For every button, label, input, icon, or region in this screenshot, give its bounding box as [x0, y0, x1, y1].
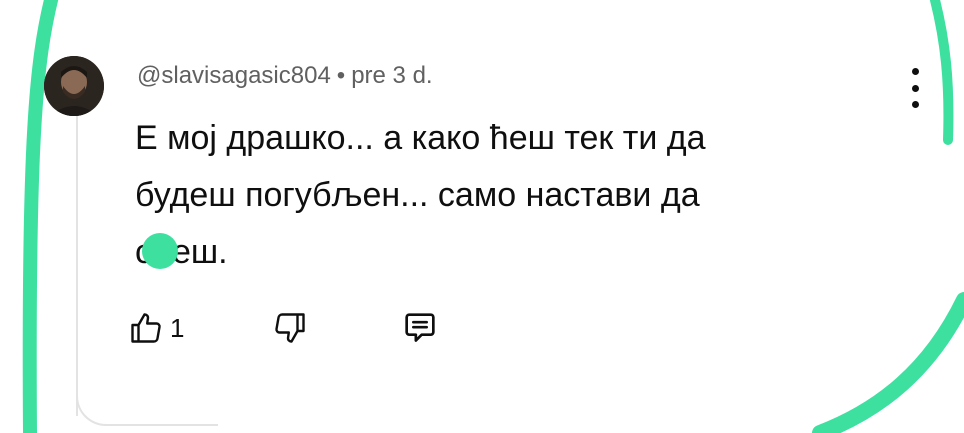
menu-dot [911, 101, 919, 108]
comment-line-3: сеш. [135, 224, 855, 281]
comment-time[interactable]: pre 3 d. [351, 62, 432, 90]
dislike-button[interactable] [272, 308, 308, 348]
user-avatar[interactable] [44, 56, 104, 116]
thumb-down-icon [275, 313, 305, 343]
comment-reply-icon [405, 313, 435, 342]
menu-dot [911, 68, 919, 75]
meta-separator: • [336, 62, 346, 89]
menu-dot [911, 84, 919, 92]
author-name[interactable]: @slavisagasic804 [137, 62, 331, 90]
like-button[interactable]: 1 [128, 308, 184, 348]
reply-button[interactable] [400, 308, 440, 348]
green-dot-overlay [142, 233, 178, 269]
comment-screen: @slavisagasic804 • pre 3 d. Е мој драшко… [0, 0, 964, 433]
thumb-up-icon [131, 313, 161, 343]
avatar-photo-icon [44, 56, 104, 116]
comment-fragment-end: еш. [172, 233, 228, 271]
thread-corner [76, 378, 218, 426]
more-vertical-icon[interactable] [900, 68, 930, 108]
comment-header: @slavisagasic804 • pre 3 d. [137, 62, 433, 92]
comment-line-1: Е мој драшко... а како ћеш тек ти да [135, 119, 706, 157]
like-count: 1 [170, 312, 185, 343]
thread-line [76, 116, 78, 416]
comment-text: Е мој драшко... а како ћеш тек ти да буд… [135, 110, 855, 281]
comment-line-2: будеш погубљен... само настави да [135, 176, 700, 214]
